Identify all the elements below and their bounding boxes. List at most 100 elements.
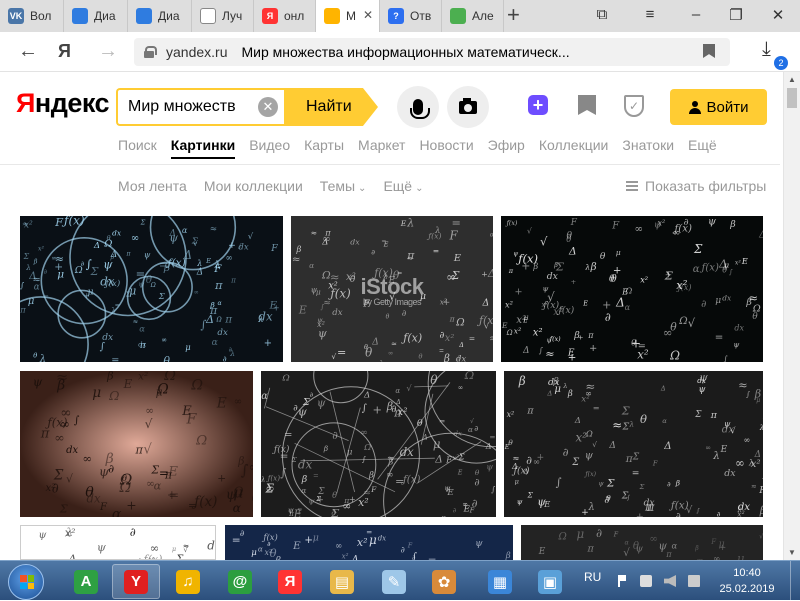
taskbar-explorer-app[interactable]: ▤ xyxy=(318,564,366,599)
browser-tab[interactable]: Диа xyxy=(128,0,192,32)
image-search-button[interactable] xyxy=(447,86,489,128)
new-tab-plus-icon[interactable]: + xyxy=(507,4,520,26)
browser-tab[interactable]: VK Вол xyxy=(0,0,64,32)
taskbar-music-app[interactable]: ♫ xyxy=(164,564,212,599)
image-istock-equations[interactable]: λΣ∂x²βθ≈θƒ(x)=θ=βλ=∞λμπ+dxΔμβ≈+=θFθx²∂∂E… xyxy=(291,216,493,362)
svg-text:x²: x² xyxy=(342,552,349,560)
search-button[interactable]: Найти xyxy=(284,88,378,126)
svg-text:α: α xyxy=(301,486,306,495)
back-arrow-icon[interactable]: ← xyxy=(18,40,38,63)
action-center-tray-icon[interactable] xyxy=(688,575,700,587)
browser-tab[interactable]: ? Отв xyxy=(380,0,442,32)
svg-text:dx: dx xyxy=(378,534,386,542)
image-math-circles[interactable]: θ F Δβ dx ψ Σ ≈ ƒ(x) ψ ≈ + λ ∫ ≈ π ∂ Δ ∫ ∞ β ∂ π θ F Σx² = ∞ dx μ θ λ d… xyxy=(20,216,283,362)
tab-close-icon[interactable]: ✕ xyxy=(363,8,373,22)
taskbar-notepad-app[interactable]: ✎ xyxy=(370,564,418,599)
browser-tab[interactable]: Але xyxy=(442,0,504,32)
service-tab[interactable]: Ещё xyxy=(688,137,717,153)
svg-text:√: √ xyxy=(623,547,630,559)
show-filters-button[interactable]: Показать фильтры xyxy=(626,178,766,194)
yandex-home-icon[interactable]: Я xyxy=(58,41,71,62)
show-filters-label: Показать фильтры xyxy=(645,178,767,194)
image-physics-formulas[interactable]: β Eƒ(x) Ω + β = π ∞ x² θ θ √ + √ β x² μ π x² Ex² ψ + dx ∫ F Σ + ≈ Δθ… xyxy=(501,216,763,362)
volume-tray-icon[interactable] xyxy=(664,575,676,587)
svg-text:+: + xyxy=(581,508,588,517)
taskbar-aimp-app[interactable]: A xyxy=(62,564,110,599)
subnav-item[interactable]: Мои коллекции xyxy=(204,178,303,194)
taskbar-yandex-icon: Я xyxy=(278,569,302,594)
svg-text:α: α xyxy=(261,391,268,402)
minimize-icon[interactable]: – xyxy=(686,6,706,23)
tab-list-icon[interactable]: ⧉ xyxy=(592,6,612,23)
svg-text:∞: ∞ xyxy=(649,533,658,545)
service-tab[interactable]: Поиск xyxy=(118,137,157,153)
menu-icon[interactable]: ≡ xyxy=(640,6,660,23)
language-indicator[interactable]: RU xyxy=(584,570,601,584)
service-tab[interactable]: Новости xyxy=(419,137,473,153)
browser-tab[interactable]: Луч xyxy=(192,0,254,32)
close-window-icon[interactable]: ✕ xyxy=(768,6,788,24)
svg-text:π: π xyxy=(224,313,232,325)
scroll-down-icon[interactable]: ▼ xyxy=(788,548,796,557)
service-tab[interactable]: Карты xyxy=(304,137,344,153)
download-icon[interactable]: ⤓ xyxy=(762,38,771,61)
service-tab[interactable]: Знатоки xyxy=(622,137,674,153)
taskbar-control-panel-app[interactable]: ▦ xyxy=(476,564,524,599)
protect-shield-icon[interactable]: ✓ xyxy=(624,95,644,117)
svg-text:dx: dx xyxy=(66,445,78,456)
svg-text:+: + xyxy=(217,473,226,485)
svg-text:π: π xyxy=(665,549,672,559)
collections-icon[interactable] xyxy=(578,95,596,115)
service-tab[interactable]: Коллекции xyxy=(539,137,609,153)
scroll-thumb[interactable] xyxy=(787,88,797,108)
taskbar-yandex-app[interactable]: Я xyxy=(266,564,314,599)
system-clock[interactable]: 10:40 25.02.2019 xyxy=(712,565,782,597)
browser-tab[interactable]: Диа xyxy=(64,0,128,32)
svg-text:λ: λ xyxy=(65,526,73,539)
svg-text:ψ: ψ xyxy=(144,250,151,260)
login-label: Войти xyxy=(706,98,749,116)
login-button[interactable]: Войти xyxy=(670,89,767,125)
service-tab[interactable]: Маркет xyxy=(358,137,405,153)
yandex-logo[interactable]: Яндекс xyxy=(16,88,110,119)
image-floating-formulas[interactable]: Δx²dx√Δ≈π∂βμλΣƒ(x)∫Δdx∂μ∂dxΔEΔΔFλ≈Σβx²∫√… xyxy=(504,371,763,517)
subnav-item[interactable]: Темы ⌄ xyxy=(320,178,367,194)
forward-arrow-icon[interactable]: → xyxy=(98,40,118,63)
start-button[interactable] xyxy=(8,564,44,600)
network-tray-icon[interactable] xyxy=(640,575,652,587)
flag-tray-icon[interactable] xyxy=(618,575,626,587)
image-geometry-sketches[interactable]: ψ π + = θ Σψ ∂ F ∞ θ = Ωβ Fψ dx ∂ ∞ Δ ∂ ∫ ∞ ψ ∞ x² μ μ Ωƒ(x) θ Σ = ∂ +… xyxy=(261,371,496,517)
svg-text:μ: μ xyxy=(616,248,621,257)
service-tab[interactable]: Картинки xyxy=(170,137,236,159)
show-desktop-button[interactable] xyxy=(790,561,800,601)
service-tab[interactable]: Видео xyxy=(249,137,290,153)
image-white-formulas[interactable]: √Δ+λ∞dxx²ƒ(x)≈Σλ≈ψ∂μψβμ xyxy=(20,525,216,560)
subnav-item[interactable]: Моя лента xyxy=(118,178,187,194)
taskbar-mail-agent-app[interactable]: @ xyxy=(216,564,264,599)
restore-icon[interactable]: ❐ xyxy=(726,6,746,24)
service-tab[interactable]: Эфир xyxy=(488,137,525,153)
browser-tab[interactable]: М ✕ xyxy=(316,0,380,32)
page-scrollbar[interactable]: ▲ ▼ xyxy=(783,72,800,560)
image-blue-formulas[interactable]: ∂dxΔ=Eψ∂=x²∂βƒ(x)x²βx²+=μ∂∫μθμF∞α xyxy=(225,525,513,560)
svg-text:α: α xyxy=(625,302,631,312)
clear-search-icon[interactable]: ✕ xyxy=(258,97,278,117)
url-field[interactable]: yandex.ru Мир множества информационных м… xyxy=(134,38,730,66)
svg-text:ψ: ψ xyxy=(97,540,107,554)
taskbar-paint-app[interactable]: ✿ xyxy=(420,564,468,599)
image-dark-board[interactable]: π+μFμFE√√αβψ∞∞αθψμ∂πψΩ xyxy=(521,525,763,560)
taskbar-yandex-browser-app[interactable]: Y xyxy=(112,564,160,599)
image-sepia-equations[interactable]: ββ=μΩ√∫ΩπψθαΣEdx√ΩμπE+≈+ΩΩ∞ψψ∞=ƒ(x)E∂∂∂Ω… xyxy=(20,371,253,517)
voice-search-button[interactable] xyxy=(397,86,439,128)
plus-service-icon[interactable]: + xyxy=(528,95,550,117)
subnav-item[interactable]: Ещё ⌄ xyxy=(383,178,423,194)
svg-text:≈: ≈ xyxy=(489,331,493,345)
browser-tab[interactable]: Яонл xyxy=(254,0,316,32)
taskbar-photos-icon: ▣ xyxy=(538,569,562,594)
taskbar-photos-app[interactable]: ▣ xyxy=(526,564,574,599)
svg-text:θ: θ xyxy=(430,373,438,387)
svg-text:μ: μ xyxy=(719,538,725,549)
svg-text:Σ: Σ xyxy=(158,291,165,301)
scroll-up-icon[interactable]: ▲ xyxy=(788,75,796,84)
svg-text:∂: ∂ xyxy=(310,391,313,399)
